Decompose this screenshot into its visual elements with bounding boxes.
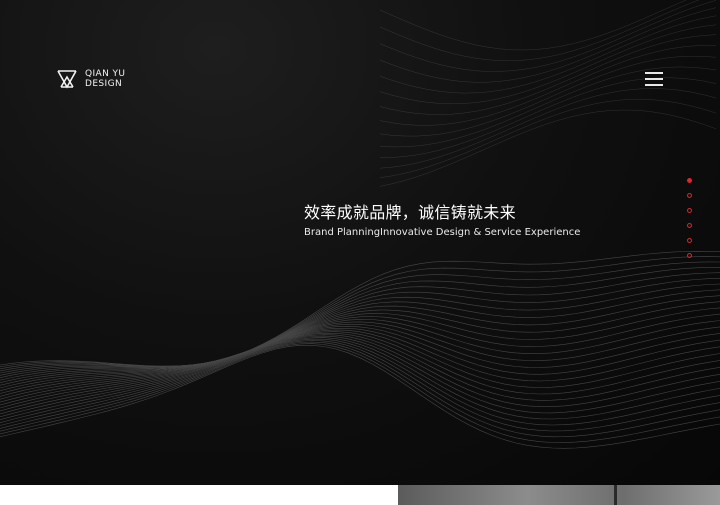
pager-dot-2[interactable]: [685, 191, 694, 200]
hamburger-menu-icon[interactable]: [645, 72, 663, 86]
hero-banner: QIAN YU DESIGN 效率成就品牌，诚信铸就未来 Brand Plann…: [0, 0, 720, 485]
brand-name-line2: DESIGN: [85, 79, 123, 89]
wave-line-top: [379, 0, 717, 72]
hero-subtitle: Brand PlanningInnovative Design & Servic…: [304, 227, 581, 238]
qianyu-logo-mark-icon: [57, 70, 77, 89]
next-section-photo: [398, 485, 720, 505]
menu-bar-middle: [645, 78, 663, 80]
next-section-preview: [0, 485, 720, 505]
next-section-white-panel: [0, 485, 398, 505]
photo-post: [614, 485, 617, 505]
wave-line-top: [379, 99, 717, 178]
wave-line: [0, 335, 720, 420]
pager-dot-6[interactable]: [685, 251, 694, 260]
wave-line-top: [379, 0, 687, 51]
wave-line-top: [379, 55, 717, 137]
brand-logo[interactable]: QIAN YU DESIGN: [57, 69, 125, 89]
pager-dot-3[interactable]: [685, 206, 694, 215]
wave-line: [0, 332, 720, 415]
wave-line: [0, 345, 720, 449]
brand-name-line1: QIAN YU: [85, 69, 126, 79]
pager-dot-1[interactable]: [685, 176, 694, 185]
wave-line-top: [379, 45, 717, 126]
pager-dot-4[interactable]: [685, 221, 694, 230]
wave-line: [0, 321, 720, 397]
menu-bar-bottom: [645, 84, 663, 86]
hero-title: 效率成就品牌，诚信铸就未来: [304, 203, 516, 222]
wave-line-top: [379, 109, 717, 187]
wave-line-top: [379, 15, 717, 94]
wave-line: [0, 343, 720, 443]
wave-line: [0, 267, 720, 372]
brand-name: QIAN YU DESIGN: [85, 69, 125, 89]
wave-line-top: [379, 7, 717, 83]
wave-line-top: [379, 88, 717, 169]
hero-slogan: 效率成就品牌，诚信铸就未来 Brand PlanningInnovative D…: [304, 203, 580, 239]
wave-line: [0, 261, 720, 370]
menu-bar-top: [645, 72, 663, 74]
pager-dot-5[interactable]: [685, 236, 694, 245]
slide-pager: [684, 176, 696, 268]
wave-line-top: [379, 24, 717, 105]
wave-line: [0, 337, 720, 423]
